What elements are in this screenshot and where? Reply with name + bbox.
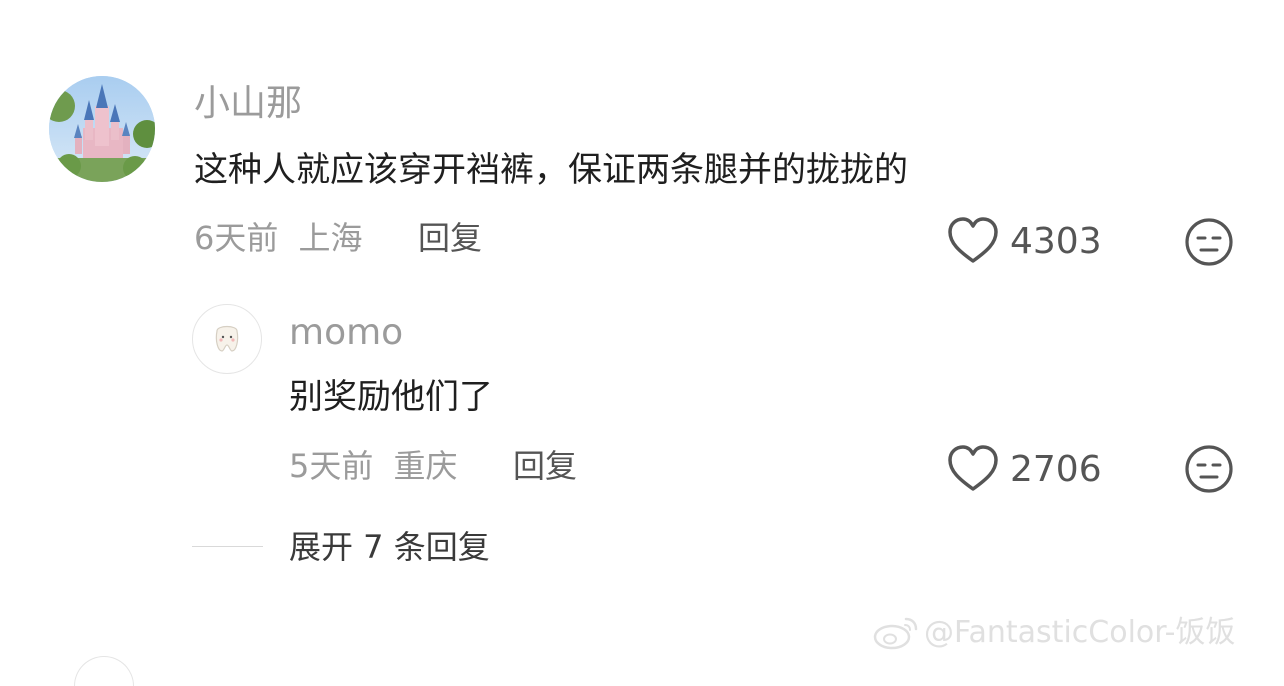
comment-username[interactable]: 小山那 xyxy=(194,86,302,122)
castle-avatar-image xyxy=(49,76,155,182)
reply-like-count: 2706 xyxy=(1010,449,1102,490)
reply-time: 5天前 xyxy=(289,447,374,485)
comment-meta: 6天前 上海 xyxy=(194,222,363,254)
comment-text: 这种人就应该穿开裆裤，保证两条腿并的拢拢的 xyxy=(194,150,908,190)
avatar-xiaoshanna[interactable] xyxy=(49,76,155,182)
expand-replies-button[interactable]: 展开 7 条回复 xyxy=(289,531,490,563)
watermark-text: @FantasticColor-饭饭 xyxy=(924,615,1236,650)
neutral-face-icon xyxy=(1185,445,1233,493)
reply-like-button[interactable] xyxy=(947,444,999,498)
reply-dislike-button[interactable] xyxy=(1184,444,1234,498)
avatar-momo[interactable] xyxy=(192,304,262,374)
comment-location: 上海 xyxy=(298,219,363,257)
reply-text: 别奖励他们了 xyxy=(289,377,493,417)
reply-meta: 5天前 重庆 xyxy=(289,450,458,482)
reply-reply-button[interactable]: 回复 xyxy=(513,450,577,482)
weibo-logo-icon xyxy=(872,615,920,655)
expand-divider xyxy=(192,546,263,547)
heart-outline-icon xyxy=(948,217,998,263)
neutral-face-icon xyxy=(1185,218,1233,266)
reply-location: 重庆 xyxy=(393,447,458,485)
next-comment-avatar[interactable] xyxy=(74,656,134,686)
reply-username[interactable]: momo xyxy=(289,315,403,351)
comment-dislike-button[interactable] xyxy=(1184,217,1234,271)
comment-time: 6天前 xyxy=(194,219,279,257)
tooth-avatar-image xyxy=(215,325,239,352)
comment-reply-button[interactable]: 回复 xyxy=(418,222,482,254)
heart-outline-icon xyxy=(948,445,998,491)
comment-like-button[interactable] xyxy=(947,216,999,270)
comment-like-count: 4303 xyxy=(1010,221,1102,262)
